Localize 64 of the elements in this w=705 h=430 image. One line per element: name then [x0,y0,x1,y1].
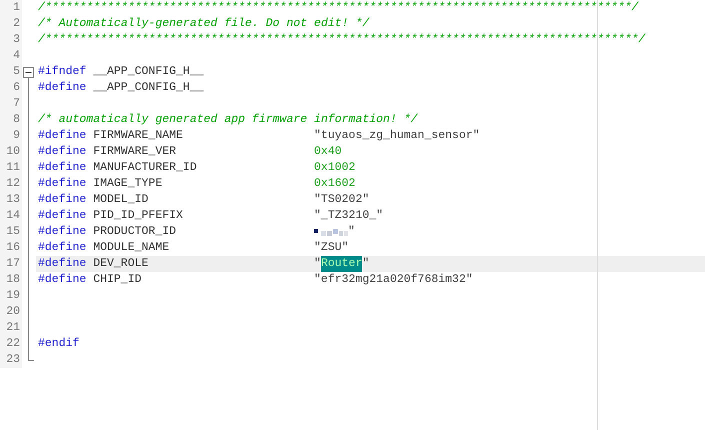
line-number: 23 [0,352,22,368]
define-value: 0x1602 [314,176,356,192]
line-number: 8 [0,112,22,128]
line-number: 7 [0,96,22,112]
line-number: 2 [0,16,22,32]
macro-name: MODULE_NAME [93,241,170,254]
preprocessor-keyword: #define [38,208,88,224]
macro-name: __APP_CONFIG_H__ [93,64,205,80]
line-number: 11 [0,160,22,176]
code-comment: /* Automatically-generated file. Do not edit! */ [38,16,370,32]
fold-toggle-icon[interactable] [23,67,34,80]
define-value: " [348,224,355,240]
preprocessor-keyword: #define [38,240,88,256]
preprocessor-keyword: #define [38,80,88,96]
define-value: "efr32mg21a020f768im32" [314,272,473,288]
preprocessor-keyword: #define [38,128,88,144]
line-number: 3 [0,32,22,48]
line-number: 20 [0,304,22,320]
define-value: "_TZ3210_" [314,208,384,224]
preprocessor-keyword: #define [38,224,88,240]
define-value: 0x1002 [314,160,356,176]
line-number: 5 [0,64,22,80]
line-number: 13 [0,192,22,208]
preprocessor-keyword: #define [38,144,88,160]
line-number: 18 [0,272,22,288]
define-value: 0x40 [314,144,342,160]
macro-name: DEV_ROLE [93,257,148,270]
macro-name: __APP_CONFIG_H__ [93,80,205,96]
define-value: "Router" [314,256,370,272]
code-comment: /**************************************************************************************/ [38,32,646,48]
line-number: 17 [0,256,22,272]
line-number: 15 [0,224,22,240]
line-number: 21 [0,320,22,336]
line-number: 10 [0,144,22,160]
preprocessor-keyword: #endif [38,336,80,352]
line-number: 6 [0,80,22,96]
macro-name: FIRMWARE_VER [93,145,176,158]
line-number: 1 [0,0,22,16]
line-number: 14 [0,208,22,224]
line-number: 9 [0,128,22,144]
macro-name: PID_ID_PFEFIX [93,209,183,222]
define-value: "TS0202" [314,192,370,208]
preprocessor-keyword: #define [38,192,88,208]
line-number: 16 [0,240,22,256]
macro-name: PRODUCTOR_ID [93,225,176,238]
preprocessor-keyword: #define [38,160,88,176]
macro-name: MANUFACTURER_ID [93,161,197,174]
macro-name: MODEL_ID [93,193,148,206]
line-number: 4 [0,48,22,64]
line-number: 22 [0,336,22,352]
macro-name: IMAGE_TYPE [93,177,162,190]
line-number: 19 [0,288,22,304]
code-comment: /* automatically generated app firmware information! */ [38,112,418,128]
preprocessor-keyword: #define [38,256,88,272]
preprocessor-keyword: #ifndef [38,64,88,80]
preprocessor-keyword: #define [38,176,88,192]
redaction-drawing [314,228,348,236]
line-number: 12 [0,176,22,192]
code-comment: /*************************************************************************************/ [38,0,638,16]
macro-name: CHIP_ID [93,273,142,286]
define-value: "tuyaos_zg_human_sensor" [314,128,480,144]
preprocessor-keyword: #define [38,272,88,288]
macro-name: FIRMWARE_NAME [93,129,183,142]
define-value: "ZSU" [314,240,349,256]
